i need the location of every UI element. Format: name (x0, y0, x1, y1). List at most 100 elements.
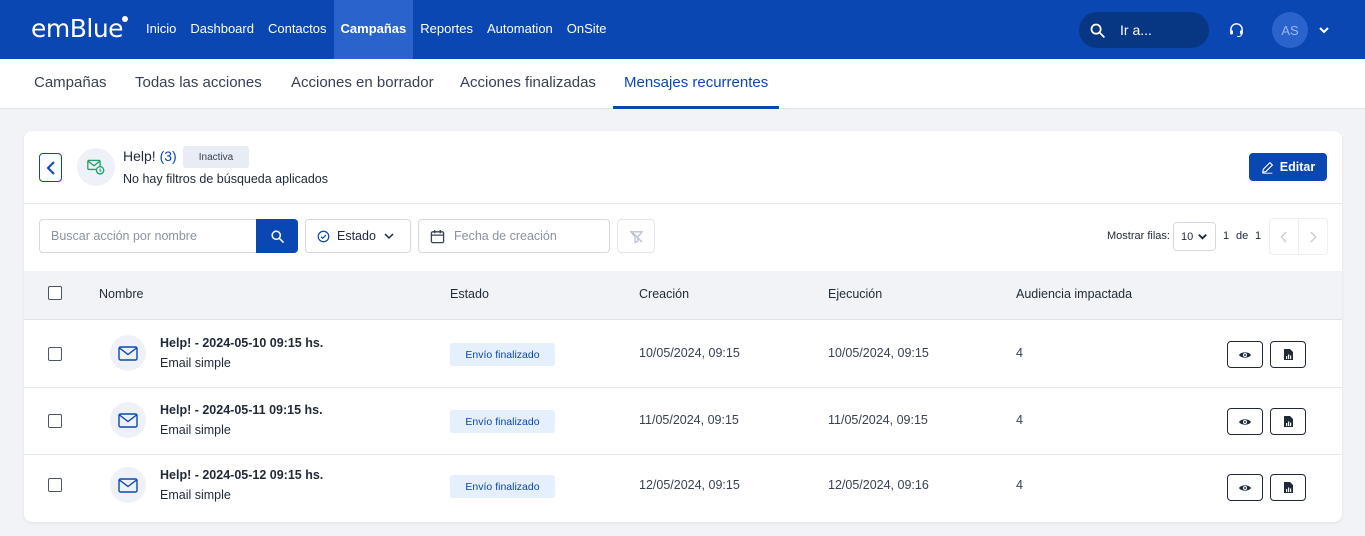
email-icon (110, 402, 146, 438)
action-name[interactable]: Help! - 2024-05-11 09:15 hs. (160, 403, 323, 417)
audience-count: 4 (1016, 478, 1023, 492)
recurrent-mail-icon (77, 148, 115, 186)
column-nombre[interactable]: Nombre (99, 271, 143, 318)
chevron-down-icon[interactable] (1318, 24, 1330, 36)
table-row[interactable]: Help! - 2024-05-10 09:15 hs. Email simpl… (24, 321, 1342, 388)
title-count: (3) (159, 148, 177, 164)
goto-search-button[interactable]: Ir a... (1079, 12, 1209, 48)
select-all-checkbox[interactable] (48, 286, 62, 300)
chevron-down-icon (384, 233, 394, 240)
edit-button[interactable]: Editar (1249, 153, 1327, 181)
check-circle-icon (317, 230, 330, 242)
action-name[interactable]: Help! - 2024-05-10 09:15 hs. (160, 336, 323, 350)
creation-date: 11/05/2024, 09:15 (639, 413, 739, 427)
nav-automation[interactable]: Automation (480, 0, 560, 59)
search-icon (270, 229, 284, 243)
search-input[interactable]: Buscar acción por nombre (39, 219, 257, 253)
recurrent-messages-card: Help! (3) Inactiva No hay filtros de bús… (24, 131, 1342, 522)
estado-filter-dropdown[interactable]: Estado (305, 219, 411, 253)
tab-campanas[interactable]: Campañas (34, 59, 107, 109)
creation-date-filter[interactable]: Fecha de creación (418, 219, 610, 253)
rows-label: Mostrar filas: (1107, 230, 1170, 242)
divider (24, 203, 1342, 204)
page-of-label: de (1236, 230, 1249, 242)
view-button[interactable] (1227, 341, 1263, 368)
report-icon (1283, 416, 1293, 427)
title-text: Help! (123, 148, 156, 164)
page-title: Help! (3) (123, 148, 177, 164)
execution-date: 10/05/2024, 09:15 (828, 346, 929, 360)
status-badge: Envío finalizado (450, 475, 555, 498)
column-audiencia[interactable]: Audiencia impactada (1016, 271, 1132, 318)
column-creacion[interactable]: Creación (639, 271, 689, 318)
table-row[interactable]: Help! - 2024-05-12 09:15 hs. Email simpl… (24, 456, 1342, 522)
pencil-icon (1261, 161, 1273, 174)
back-button[interactable] (39, 153, 62, 182)
action-type: Email simple (160, 356, 231, 370)
report-button[interactable] (1270, 474, 1306, 501)
action-type: Email simple (160, 488, 231, 502)
audience-count: 4 (1016, 346, 1023, 360)
chevron-left-icon (46, 160, 55, 175)
audience-count: 4 (1016, 413, 1023, 427)
top-navbar: emBlue Inicio Dashboard Contactos Campañ… (0, 0, 1365, 59)
next-page-button[interactable] (1299, 219, 1327, 254)
status-badge: Envío finalizado (450, 343, 555, 366)
search-button[interactable] (256, 219, 298, 253)
prev-page-button[interactable] (1270, 219, 1299, 254)
chevron-right-icon (1310, 230, 1317, 243)
user-avatar[interactable]: AS (1272, 12, 1308, 48)
status-badge: Inactiva (183, 146, 249, 168)
goto-label: Ir a... (1120, 22, 1152, 38)
date-placeholder: Fecha de creación (454, 229, 557, 243)
emblue-logo[interactable]: emBlue (31, 14, 129, 43)
filter-off-icon (628, 229, 644, 244)
column-ejecucion[interactable]: Ejecución (828, 271, 882, 318)
rows-value: 10 (1181, 230, 1194, 243)
page-current: 1 (1223, 230, 1230, 242)
chevron-down-icon (1198, 234, 1208, 240)
nav-campanas[interactable]: Campañas (333, 0, 414, 59)
report-button[interactable] (1270, 341, 1306, 368)
report-button[interactable] (1270, 408, 1306, 435)
status-badge: Envío finalizado (450, 410, 555, 433)
main-nav: Inicio Dashboard Contactos Campañas Repo… (139, 0, 614, 59)
report-icon (1283, 349, 1293, 360)
creation-date: 12/05/2024, 09:15 (639, 478, 740, 492)
sub-nav: Campañas Todas las acciones Acciones en … (0, 59, 1365, 109)
eye-icon (1239, 351, 1251, 358)
row-checkbox[interactable] (48, 414, 62, 428)
tab-acciones-finalizadas[interactable]: Acciones finalizadas (460, 59, 596, 109)
clear-filters-button[interactable] (617, 219, 655, 253)
pagination (1269, 218, 1328, 255)
row-checkbox[interactable] (48, 347, 62, 361)
logo-text: emBlue (31, 14, 124, 43)
nav-dashboard[interactable]: Dashboard (183, 0, 261, 59)
table-header: Nombre Estado Creación Ejecución Audienc… (24, 271, 1342, 320)
calendar-icon (430, 229, 445, 243)
execution-date: 12/05/2024, 09:16 (828, 478, 929, 492)
edit-label: Editar (1279, 160, 1316, 174)
table-row[interactable]: Help! - 2024-05-11 09:15 hs. Email simpl… (24, 388, 1342, 455)
action-type: Email simple (160, 423, 231, 437)
view-button[interactable] (1227, 474, 1263, 501)
nav-onsite[interactable]: OnSite (560, 0, 614, 59)
eye-icon (1239, 418, 1251, 425)
headset-icon[interactable] (1228, 21, 1245, 38)
report-icon (1283, 482, 1293, 493)
row-checkbox[interactable] (48, 478, 62, 492)
eye-icon (1239, 484, 1251, 491)
creation-date: 10/05/2024, 09:15 (639, 346, 740, 360)
nav-contactos[interactable]: Contactos (261, 0, 334, 59)
column-estado[interactable]: Estado (450, 271, 489, 318)
tab-todas-acciones[interactable]: Todas las acciones (135, 59, 262, 109)
action-name[interactable]: Help! - 2024-05-12 09:15 hs. (160, 468, 323, 482)
tab-acciones-borrador[interactable]: Acciones en borrador (291, 59, 434, 109)
chevron-left-icon (1280, 230, 1287, 243)
tab-mensajes-recurrentes[interactable]: Mensajes recurrentes (613, 59, 780, 109)
estado-label: Estado (337, 229, 376, 243)
view-button[interactable] (1227, 408, 1263, 435)
nav-inicio[interactable]: Inicio (139, 0, 183, 59)
nav-reportes[interactable]: Reportes (413, 0, 480, 59)
rows-per-page-select[interactable]: 10 (1173, 222, 1216, 251)
